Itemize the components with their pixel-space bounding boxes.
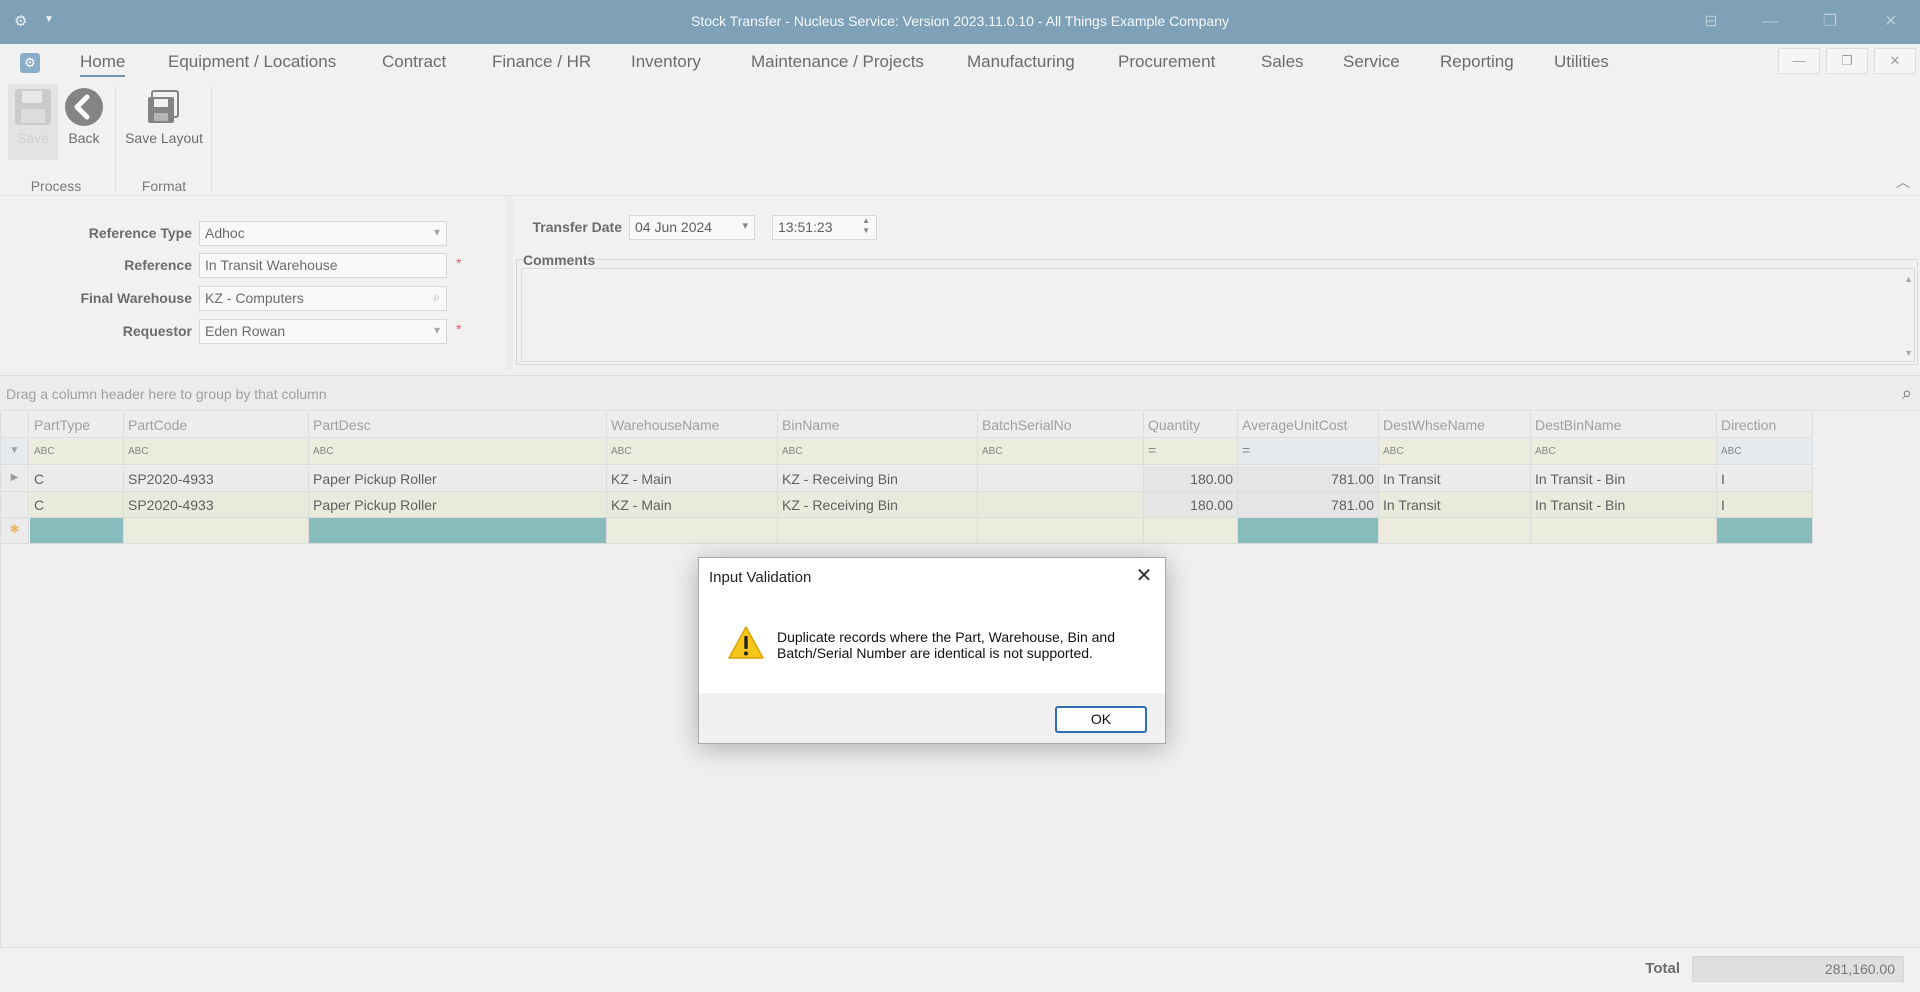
dialog-title: Input Validation — [709, 569, 812, 586]
ok-button[interactable]: OK — [1055, 706, 1147, 733]
input-validation-dialog: Input Validation ✕ Duplicate records whe… — [698, 557, 1166, 744]
dialog-footer: OK — [699, 693, 1165, 743]
warning-icon — [727, 625, 765, 664]
dialog-body: Duplicate records where the Part, Wareho… — [699, 595, 1165, 693]
modal-overlay — [0, 0, 1920, 992]
dialog-close-button[interactable]: ✕ — [1131, 564, 1157, 590]
dialog-message: Duplicate records where the Part, Wareho… — [777, 629, 1115, 661]
